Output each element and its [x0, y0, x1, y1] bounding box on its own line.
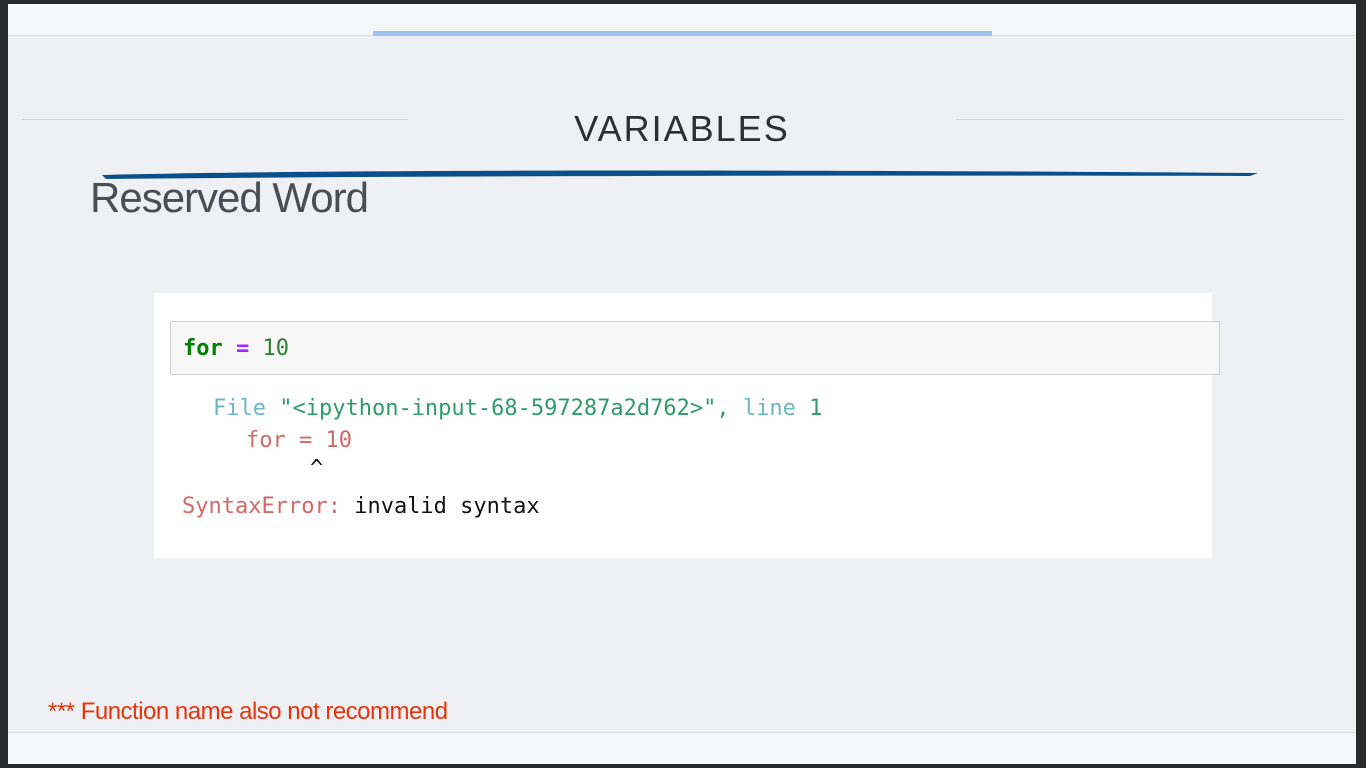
error-message: invalid syntax — [354, 494, 540, 519]
title-rule-right — [956, 119, 1344, 120]
traceback-line-label: line — [742, 396, 796, 421]
traceback-caret: ^ — [310, 456, 324, 481]
traceback-line-number: 1 — [809, 396, 823, 421]
traceback-file-line: File "<ipython-input-68-597287a2d762>", … — [213, 393, 822, 425]
traceback-file-path: "<ipython-input-68-597287a2d762>" — [279, 396, 717, 421]
error-type: SyntaxError: — [182, 494, 341, 519]
slide: VARIABLES Reserved Word for = 10 File "<… — [8, 4, 1356, 764]
code-operator: = — [236, 336, 250, 361]
footnote: *** Function name also not recommend — [48, 698, 448, 725]
traceback-file-label: File — [213, 396, 266, 421]
traceback-source-line: for = 10 — [246, 428, 352, 453]
slide-title: VARIABLES — [574, 108, 790, 149]
traceback-error-line: SyntaxError: invalid syntax — [182, 491, 540, 523]
section-heading: Reserved Word — [90, 174, 369, 221]
title-rule-left — [22, 119, 408, 120]
traceback-comma: , — [716, 396, 730, 421]
code-keyword: for — [183, 336, 223, 361]
bottom-band — [8, 732, 1356, 764]
code-panel: for = 10 File "<ipython-input-68-597287a… — [154, 293, 1220, 558]
top-accent-bar — [373, 31, 992, 36]
code-number: 10 — [262, 336, 290, 361]
code-input-cell[interactable]: for = 10 — [170, 321, 1220, 375]
